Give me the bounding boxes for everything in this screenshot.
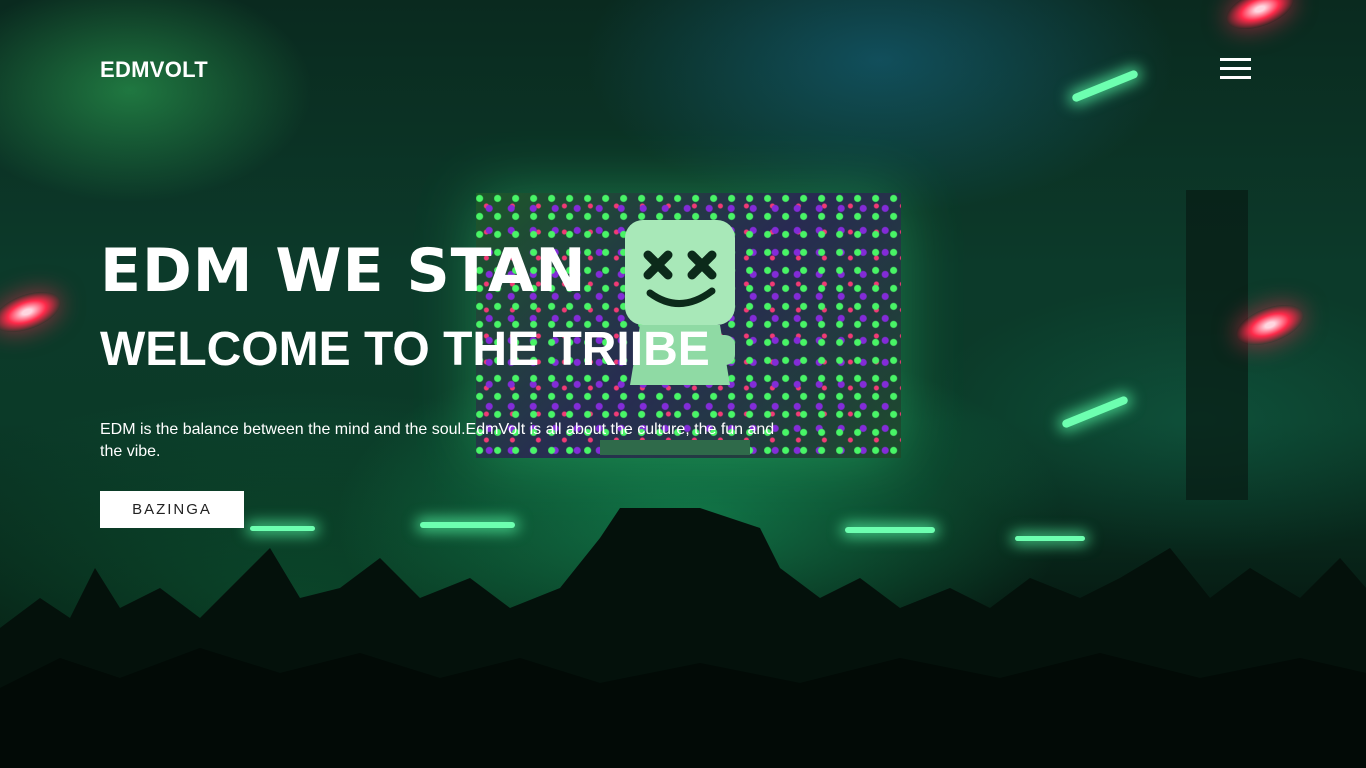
hero-description: EDM is the balance between the mind and …: [100, 421, 775, 460]
menu-icon-bar: [1220, 58, 1251, 61]
stage-light: [1071, 69, 1139, 103]
hero-subheadline: WELCOME TO THE TRIIBE: [100, 323, 710, 376]
bazinga-button[interactable]: BAZINGA: [100, 491, 244, 528]
red-stage-light: [0, 284, 66, 340]
crowd-silhouette: [0, 508, 1366, 768]
hamburger-menu-icon[interactable]: [1220, 58, 1251, 82]
red-stage-light: [1221, 0, 1299, 37]
menu-icon-bar: [1220, 67, 1251, 70]
menu-icon-bar: [1220, 76, 1251, 79]
hero-section: EDMVOLT EDM WE STAN WELCOME TO THE TRIIB…: [0, 0, 1366, 768]
hero-headline: EDM WE STAN: [100, 236, 587, 306]
stage-light: [1061, 395, 1129, 429]
speaker-stack: [1186, 190, 1248, 500]
site-logo[interactable]: EDMVOLT: [100, 57, 208, 83]
